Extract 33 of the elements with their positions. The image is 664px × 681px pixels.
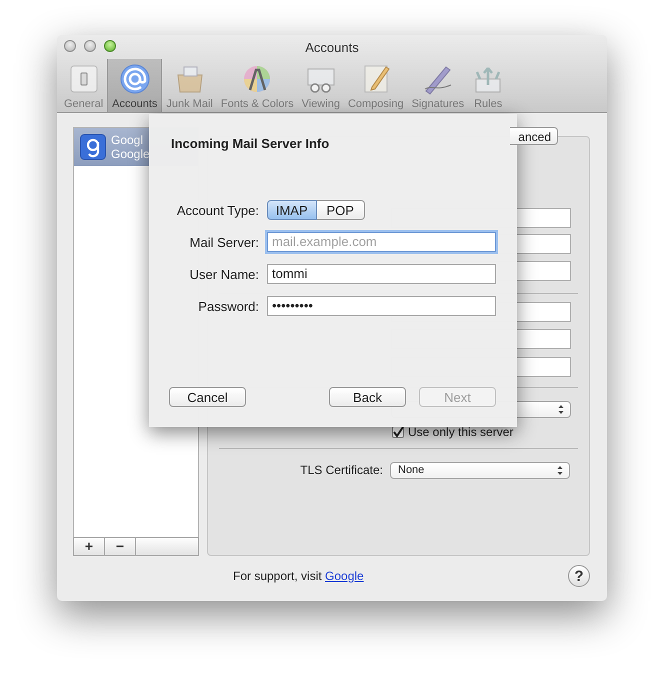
remove-button[interactable]: −: [105, 538, 136, 555]
add-button[interactable]: +: [74, 538, 105, 555]
account-name: Googl: [111, 133, 144, 147]
input-field[interactable]: tommi: [267, 264, 496, 284]
close-button[interactable]: [64, 40, 76, 52]
updown-arrows-icon: [557, 464, 563, 476]
push-button[interactable]: Cancel: [169, 387, 246, 407]
minimize-button[interactable]: [84, 40, 96, 52]
at-icon: [118, 63, 151, 95]
help-button[interactable]: ?: [568, 565, 590, 587]
field-label: User Name:: [188, 266, 259, 282]
support-text: For support, visit Google: [233, 569, 364, 583]
push-button[interactable]: Back: [329, 387, 406, 407]
tab[interactable]: anced: [510, 127, 558, 145]
segment-button[interactable]: IMAP: [267, 200, 316, 220]
updown-arrows-icon: [558, 404, 564, 415]
popup-menu[interactable]: None: [390, 462, 570, 478]
checkmark-icon: [392, 426, 404, 438]
field-label: Account Type:: [176, 202, 259, 218]
segment-button[interactable]: POP: [316, 200, 365, 220]
switch-icon: [68, 63, 100, 95]
account-icon: [80, 134, 106, 160]
window-title: Accounts: [305, 40, 359, 54]
field-label: Mail Server:: [188, 234, 259, 250]
account-type: Google: [111, 147, 150, 161]
zoom-button[interactable]: [104, 40, 116, 52]
input-field[interactable]: •••••••••: [267, 296, 496, 316]
checkbox-label: Use only this server: [408, 425, 514, 439]
toolbar-button[interactable]: Accounts: [107, 59, 162, 112]
checkbox[interactable]: [392, 426, 404, 438]
field-label: TLS Certificate:: [300, 463, 383, 477]
support-link[interactable]: Google: [325, 569, 364, 583]
field-label: Password:: [197, 298, 259, 314]
